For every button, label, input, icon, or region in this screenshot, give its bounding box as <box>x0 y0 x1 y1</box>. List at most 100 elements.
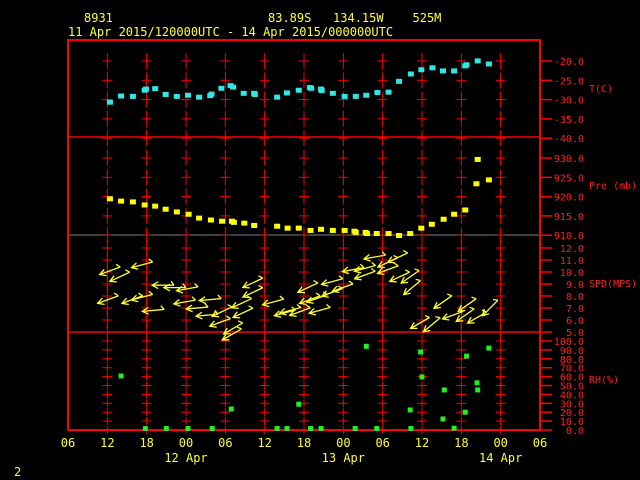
x-tick-label: 00 <box>493 436 507 450</box>
panel-label-wind: SPD(MPS) <box>589 279 637 290</box>
temperature-point <box>184 92 191 98</box>
panel-label-temperature: T(C) <box>589 84 613 95</box>
right-axis-tick-label: -40.0 <box>554 134 584 145</box>
wind-arrow <box>307 303 331 316</box>
wind-arrow <box>432 293 453 310</box>
temperature-point <box>143 86 150 92</box>
wind-arrow <box>376 262 399 276</box>
rh-point <box>408 426 414 431</box>
rh-point <box>352 426 358 431</box>
temperature-point <box>318 88 325 94</box>
rh-point <box>363 343 369 349</box>
rh-point <box>474 380 480 386</box>
x-tick-label: 18 <box>297 436 311 450</box>
wind-arrow <box>175 282 199 294</box>
x-date-label: 14 Apr <box>479 451 522 465</box>
right-axis-tick-label: 910.0 <box>554 231 584 242</box>
pressure-point <box>141 202 148 208</box>
right-axis-tick-label: 8.0 <box>566 292 584 303</box>
pressure-point <box>162 206 169 212</box>
pressure-point <box>284 225 291 231</box>
right-axis-tick-label: -30.0 <box>554 96 584 107</box>
temperature-point <box>240 90 247 96</box>
rh-point <box>418 349 424 355</box>
rh-point <box>440 416 446 422</box>
temperature-point <box>283 90 290 96</box>
pressure-point <box>407 231 414 237</box>
right-axis-tick-label: 6.0 <box>566 316 584 327</box>
wind-arrow <box>388 269 410 283</box>
rh-point <box>419 374 425 380</box>
pressure-point <box>196 215 203 221</box>
right-axis-tick-label: -20.0 <box>554 57 584 68</box>
right-axis-tick-label: 10.0 <box>560 268 584 279</box>
pressure-point <box>373 231 380 237</box>
wind-arrow <box>140 305 165 315</box>
pressure-point <box>440 216 447 222</box>
pressure-point <box>219 218 226 224</box>
right-axis-tick-label: 0.0 <box>566 426 584 437</box>
x-tick-label: 06 <box>375 436 389 450</box>
rh-point <box>407 407 413 413</box>
rh-point <box>118 373 124 379</box>
page-number: 2 <box>14 465 21 479</box>
temperature-point <box>208 91 215 97</box>
temperature-point <box>308 85 315 91</box>
wind-arrow <box>481 298 499 317</box>
temperature-point <box>274 94 281 100</box>
pressure-point <box>173 209 180 215</box>
x-tick-label: 12 <box>415 436 429 450</box>
x-tick-label: 06 <box>61 436 75 450</box>
wind-arrow <box>172 296 196 307</box>
pressure-point <box>474 156 481 162</box>
rh-point <box>464 353 470 359</box>
rh-point <box>441 387 447 393</box>
rh-point <box>228 406 234 412</box>
meteogram-chart: 8931 83.89S 134.15W 525M 11 Apr 2015/120… <box>14 11 637 479</box>
temperature-point <box>218 85 225 91</box>
pressure-point <box>129 199 136 205</box>
wind-arrow <box>400 268 420 284</box>
temperature-point <box>152 86 159 92</box>
temperature-point <box>295 87 302 93</box>
station-location: 83.89S 134.15W 525M <box>268 11 441 25</box>
data-marks <box>96 58 499 431</box>
x-tick-label: 06 <box>533 436 547 450</box>
pressure-point <box>185 211 192 217</box>
temperature-point <box>385 89 392 95</box>
x-date-label: 13 Apr <box>322 451 365 465</box>
temperature-point <box>418 67 425 73</box>
wind-arrow <box>386 250 409 264</box>
right-axis-tick-label: 7.0 <box>566 304 584 315</box>
pressure-point <box>341 227 348 233</box>
temperature-point <box>341 93 348 99</box>
pressure-point <box>251 222 258 228</box>
wind-arrow <box>108 269 131 283</box>
temperature-point <box>196 94 203 100</box>
rh-point <box>284 426 290 431</box>
pressure-point <box>352 229 359 235</box>
temperature-point <box>374 90 381 96</box>
station-id: 8931 <box>84 11 113 25</box>
rh-point <box>274 426 280 431</box>
x-tick-label: 12 <box>100 436 114 450</box>
rh-point <box>374 426 380 431</box>
pressure-point <box>451 211 458 217</box>
wind-arrow <box>98 263 121 277</box>
temperature-point <box>485 61 492 67</box>
right-axis-tick-label: 12.0 <box>560 244 584 255</box>
right-axis-tick-label: 925.0 <box>554 173 584 184</box>
right-axis-tick-label: 915.0 <box>554 212 584 223</box>
rh-point <box>318 426 324 431</box>
rh-point <box>209 426 215 431</box>
pressure-point <box>241 220 248 226</box>
rh-point <box>185 426 191 431</box>
rh-point <box>163 426 169 431</box>
pressure-point <box>307 227 314 233</box>
pressure-point <box>462 207 469 213</box>
x-tick-label: 00 <box>179 436 193 450</box>
temperature-point <box>429 65 436 71</box>
wind-arrow <box>96 292 119 306</box>
wind-arrow <box>331 280 354 294</box>
right-axis-tick-label: -25.0 <box>554 76 584 87</box>
